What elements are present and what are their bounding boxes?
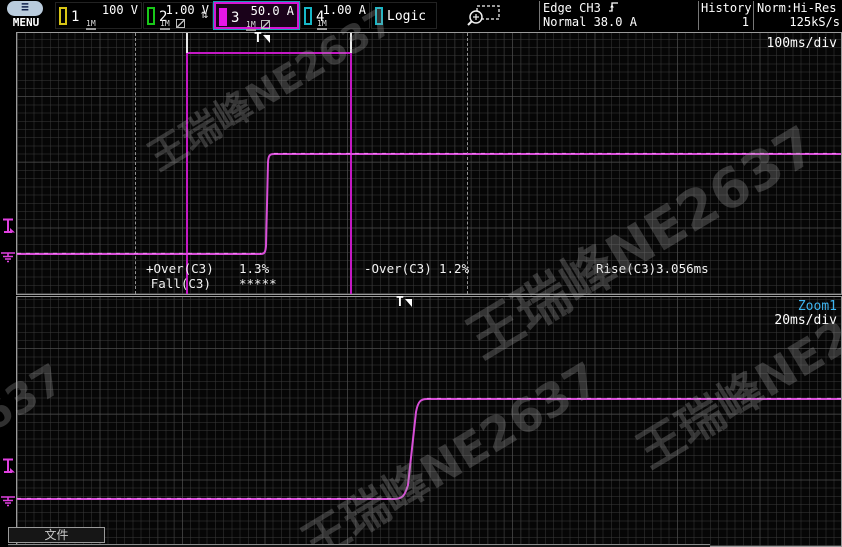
- rising-edge-icon: [608, 1, 619, 13]
- ch3-ground-level-icon[interactable]: [1, 246, 16, 263]
- channel-3-button[interactable]: 3 50.0 A 1M: [214, 2, 299, 29]
- probe-attenuation-icon: [176, 19, 185, 28]
- zoom-waveform-window: Zoom1 20ms/div T: [16, 296, 842, 547]
- trigger-mode-level: Normal 38.0 A: [543, 15, 637, 29]
- history-value: 1: [701, 15, 749, 29]
- measurement-label: Fall(C3): [146, 276, 211, 291]
- channel-1-button[interactable]: 1 100 V 1M: [55, 2, 142, 29]
- acquisition-box[interactable]: Norm:Hi-Res 125kS/s: [757, 1, 840, 29]
- ch3-trigger-level-icon[interactable]: [1, 218, 16, 235]
- channel-2-color-indicator: [147, 7, 155, 25]
- toolbar: ≡ MENU 1 100 V 1M 2 1.00 V 1M ⇅ 3 50.0 A…: [0, 0, 842, 31]
- measurement-value: 1.2%: [439, 261, 469, 276]
- channel-4-color-indicator: [304, 7, 312, 25]
- logic-button[interactable]: Logic: [371, 2, 437, 29]
- acquisition-mode: Norm:Hi-Res: [757, 1, 840, 15]
- channel-3-color-indicator: [219, 8, 227, 26]
- trigger-settings[interactable]: Edge CH3 Normal 38.0 A: [543, 1, 637, 29]
- toolbar-divider: [539, 1, 540, 30]
- channel-4-scale: 1.00 A: [323, 3, 366, 17]
- trigger-type: Edge CH3: [543, 1, 601, 15]
- ch3-waveform-zoom: [17, 297, 841, 546]
- sample-rate: 125kS/s: [757, 15, 840, 29]
- impedance-icon: 1M: [317, 19, 327, 30]
- history-box[interactable]: History 1: [701, 1, 749, 29]
- menu-label: MENU: [4, 16, 48, 29]
- measurement-value: 1.3%: [239, 261, 269, 276]
- measurement-label: +Over(C3): [146, 261, 214, 276]
- ch3-zoom-ground-level-icon[interactable]: [1, 490, 16, 507]
- logic-color-indicator: [375, 7, 383, 25]
- channel-1-color-indicator: [59, 7, 67, 25]
- probe-attenuation-icon: [261, 20, 270, 29]
- impedance-icon: 1M: [160, 19, 170, 30]
- toolbar-divider: [753, 1, 754, 30]
- channel-3-number: 3: [231, 10, 239, 26]
- channel-3-scale: 50.0 A: [251, 4, 294, 18]
- measurement-value: 3.056ms: [656, 261, 709, 276]
- channel-1-number: 1: [71, 9, 79, 25]
- logic-label: Logic: [387, 9, 426, 24]
- offset-position-icon: ⇅: [201, 7, 208, 21]
- oscilloscope-screen: ≡ MENU 1 100 V 1M 2 1.00 V 1M ⇅ 3 50.0 A…: [0, 0, 842, 547]
- ch3-zoom-trigger-level-icon[interactable]: [1, 458, 16, 475]
- zoom-search-button[interactable]: [466, 4, 502, 28]
- channel-4-button[interactable]: 4 1.00 A 1M: [300, 2, 370, 29]
- zoom-search-icon: [466, 4, 502, 28]
- measurement-label: Rise(C3): [596, 261, 656, 276]
- ch3-waveform-main: [17, 33, 841, 294]
- impedance-icon: 1M: [86, 19, 96, 30]
- impedance-icon: 1M: [246, 20, 256, 31]
- history-label: History: [701, 1, 749, 15]
- menu-button[interactable]: ≡ MENU: [4, 1, 48, 29]
- channel-1-scale: 100 V: [102, 3, 138, 17]
- main-waveform-window: T 100ms/div +Over(C3) 1.3% Fall(C3) ****…: [16, 32, 842, 295]
- menu-icon: ≡: [7, 1, 43, 16]
- measurement-label: -Over(C3): [364, 261, 432, 276]
- file-menu-button[interactable]: 文件: [8, 527, 105, 543]
- measurement-value: *****: [239, 276, 277, 291]
- toolbar-divider: [698, 1, 699, 30]
